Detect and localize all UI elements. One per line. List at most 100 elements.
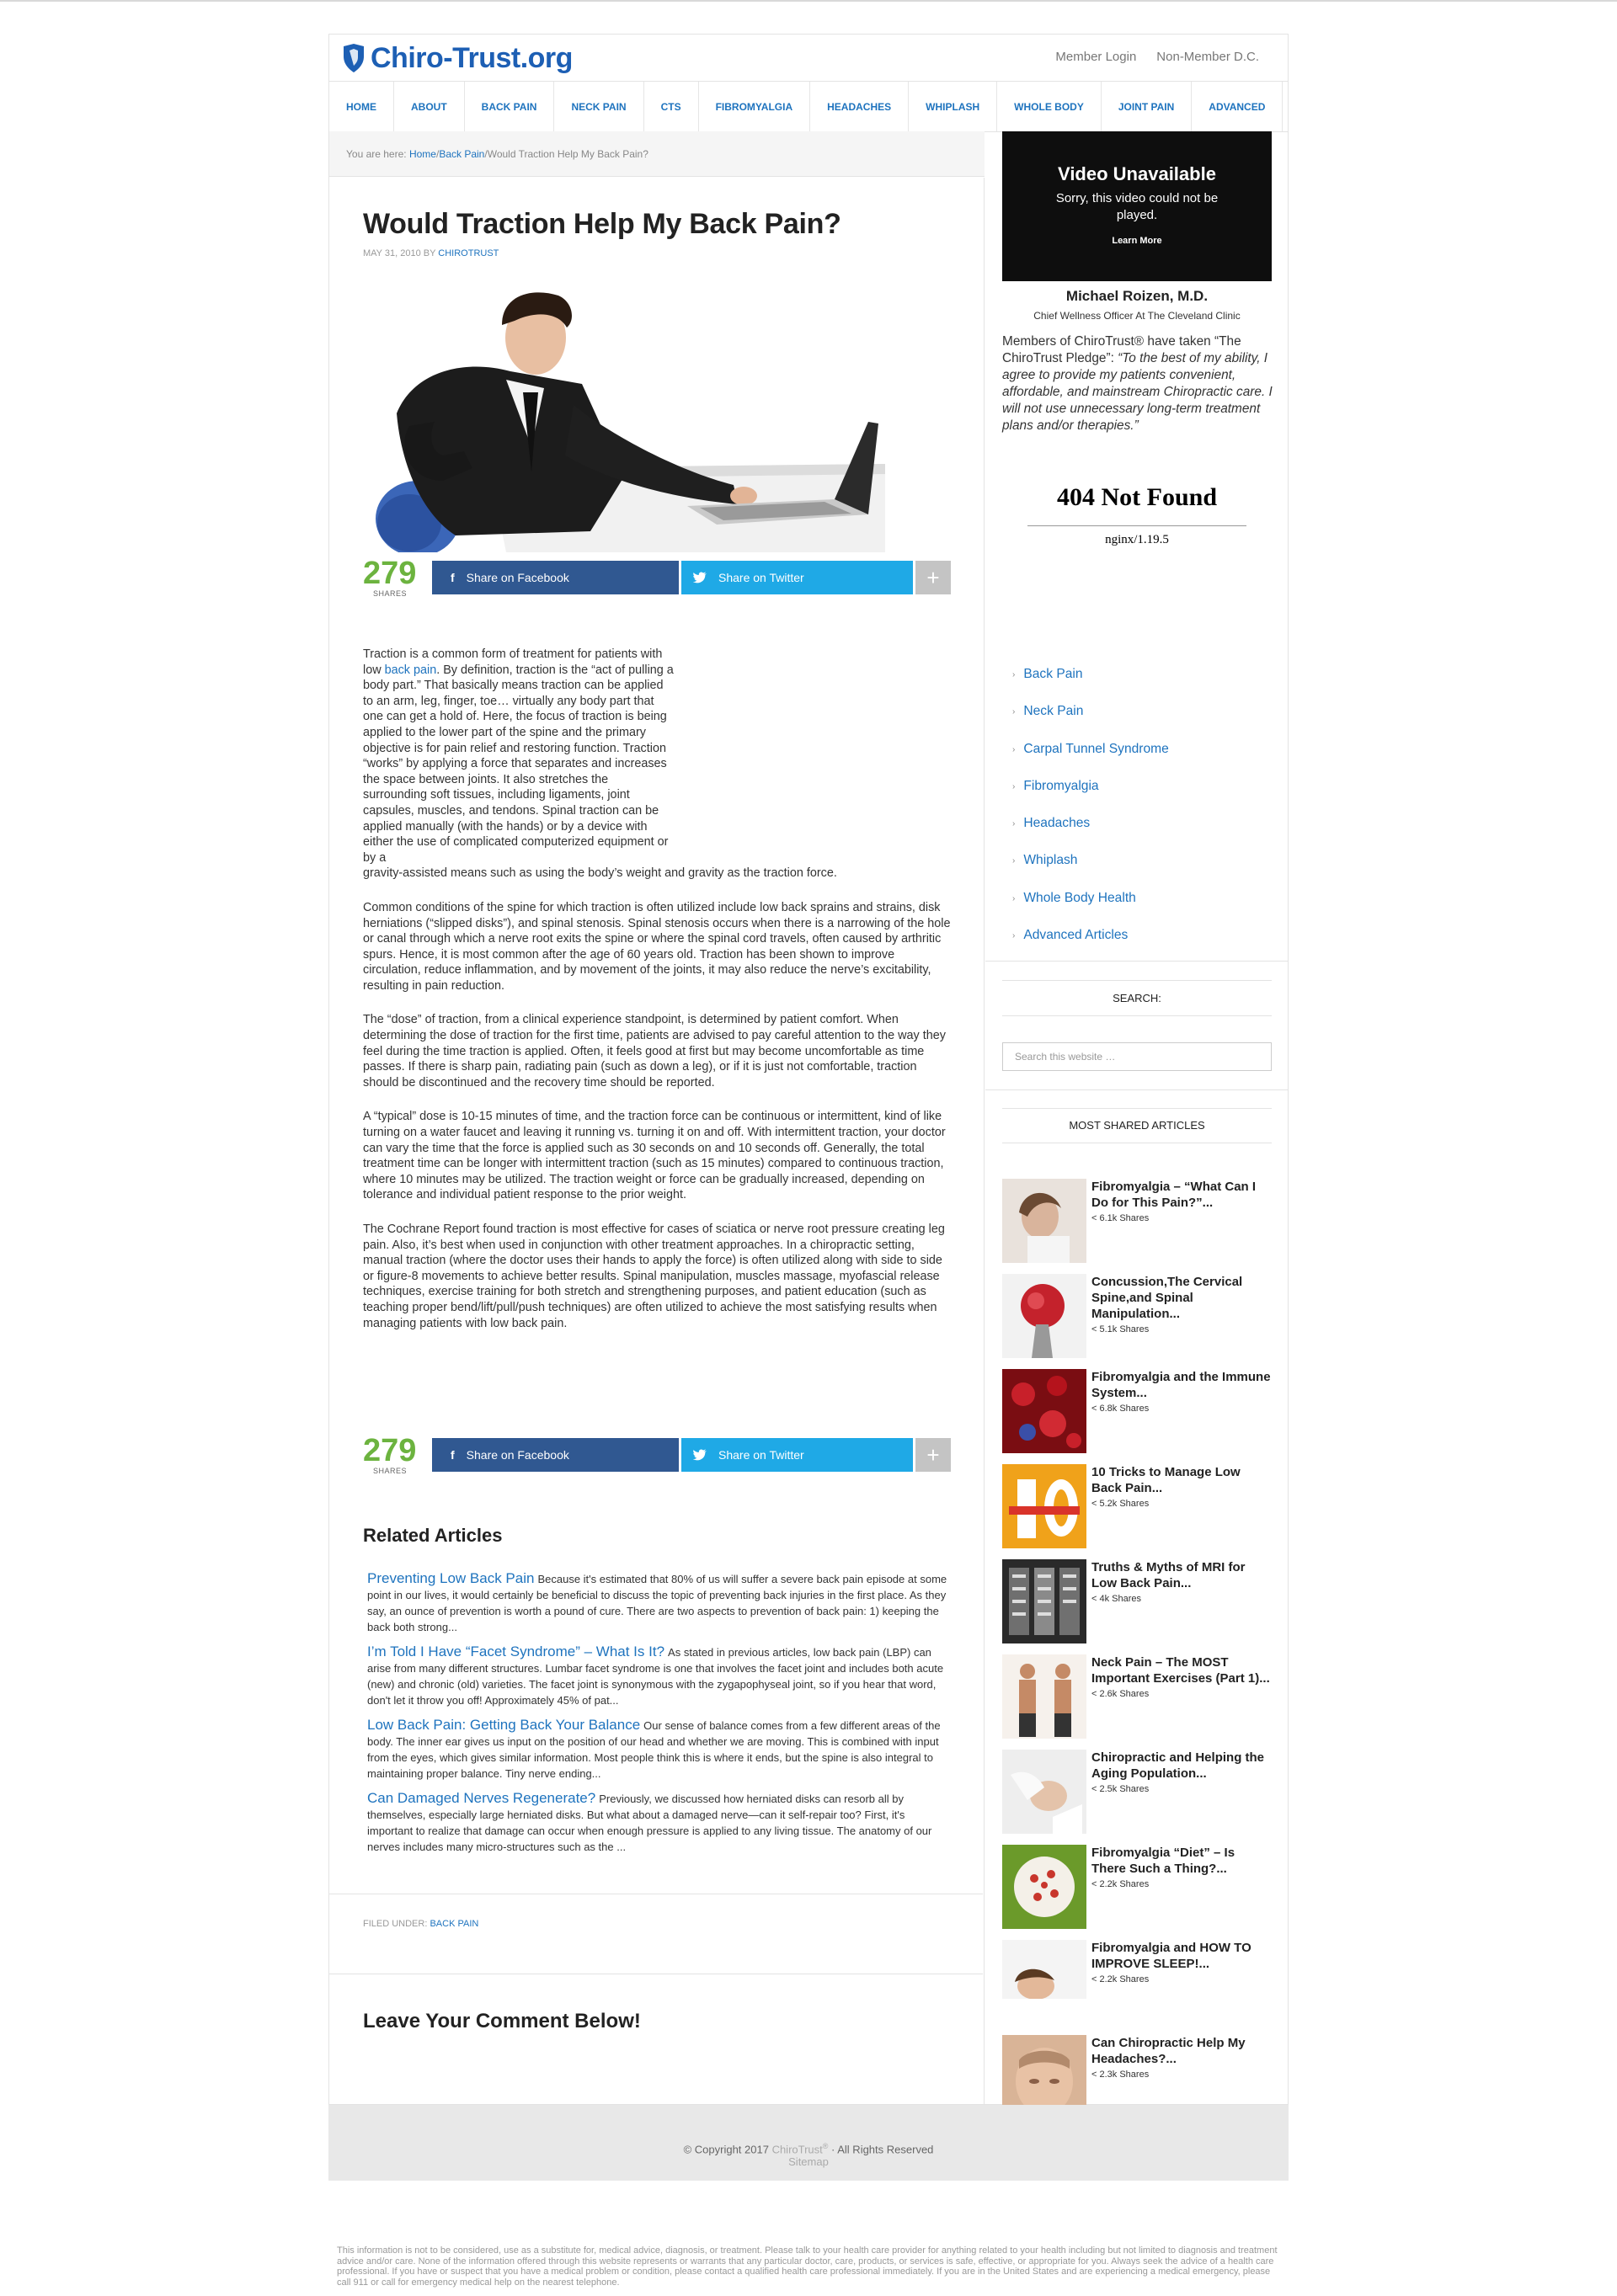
search-input[interactable]: Search this website … xyxy=(1002,1042,1272,1071)
most-shared-item[interactable]: Concussion,The Cervical Spine,and Spinal… xyxy=(1002,1274,1272,1369)
article-thumbnail[interactable] xyxy=(1002,1940,1086,2024)
chevron-right-icon: › xyxy=(1012,856,1016,866)
author-link[interactable]: CHIROTRUST xyxy=(438,248,499,258)
video-learn-more-link[interactable]: Learn More xyxy=(1002,236,1272,246)
nav-item-neck-pain[interactable]: NECK PAIN xyxy=(554,82,644,131)
most-shared-title-link[interactable]: Concussion,The Cervical Spine,and Spinal… xyxy=(1091,1275,1242,1321)
most-shared-item[interactable]: Chiropractic and Helping the Aging Popul… xyxy=(1002,1750,1272,1845)
main-nav: HOME ABOUT BACK PAIN NECK PAIN CTS FIBRO… xyxy=(329,81,1288,132)
most-shared-title-link[interactable]: Fibromyalgia – “What Can I Do for This P… xyxy=(1091,1180,1256,1210)
category-item[interactable]: › Headaches xyxy=(1002,816,1272,853)
filed-under-label: FILED UNDER: xyxy=(363,1919,430,1929)
most-shared-title-link[interactable]: Chiropractic and Helping the Aging Popul… xyxy=(1091,1750,1264,1781)
member-login-link[interactable]: Member Login xyxy=(1055,50,1136,64)
nav-item-about[interactable]: ABOUT xyxy=(394,82,465,131)
category-item[interactable]: › Whole Body Health xyxy=(1002,891,1272,928)
copyright-text: © Copyright 2017 xyxy=(683,2143,772,2156)
share-more-button[interactable]: + xyxy=(915,1438,951,1472)
main-content: Would Traction Help My Back Pain? MAY 31… xyxy=(329,178,985,2106)
nav-item-back-pain[interactable]: BACK PAIN xyxy=(465,82,555,131)
twitter-icon xyxy=(693,572,707,583)
most-shared-title-link[interactable]: Fibromyalgia “Diet” – Is There Such a Th… xyxy=(1091,1846,1235,1876)
article-thumbnail[interactable] xyxy=(1002,1274,1086,1358)
doctor-title: Chief Wellness Officer At The Cleveland … xyxy=(1033,310,1241,322)
non-member-link[interactable]: Non-Member D.C. xyxy=(1156,50,1259,64)
nav-item-home[interactable]: HOME xyxy=(329,82,394,131)
video-player[interactable]: Video Unavailable Sorry, this video coul… xyxy=(1002,131,1272,281)
nav-item-joint-pain[interactable]: JOINT PAIN xyxy=(1102,82,1193,131)
share-facebook-label: Share on Facebook xyxy=(466,571,569,584)
article-thumbnail[interactable] xyxy=(1002,1559,1086,1643)
category-item[interactable]: › Whiplash xyxy=(1002,853,1272,890)
article-thumbnail[interactable] xyxy=(1002,1179,1086,1263)
category-item[interactable]: › Carpal Tunnel Syndrome xyxy=(1002,742,1272,779)
most-shared-title-link[interactable]: Can Chiropractic Help My Headaches?... xyxy=(1091,2036,1246,2066)
share-facebook-button[interactable]: f Share on Facebook xyxy=(432,561,679,594)
nav-item-advanced[interactable]: ADVANCED xyxy=(1192,82,1283,131)
share-twitter-button[interactable]: Share on Twitter xyxy=(681,1438,913,1472)
brand-link[interactable]: ChiroTrust xyxy=(772,2143,823,2155)
site-logo[interactable]: Chiro-Trust.org xyxy=(342,41,573,75)
nav-item-whiplash[interactable]: WHIPLASH xyxy=(909,82,998,131)
back-pain-link[interactable]: back pain xyxy=(385,663,437,677)
category-item[interactable]: › Advanced Articles xyxy=(1002,928,1272,965)
category-item[interactable]: › Back Pain xyxy=(1002,667,1272,704)
share-count: 279 SHARES xyxy=(363,557,430,598)
chevron-right-icon: › xyxy=(1012,931,1016,941)
most-shared-item[interactable]: 10 Tricks to Manage Low Back Pain... < 5.… xyxy=(1002,1464,1272,1559)
share-icon: < xyxy=(1091,1689,1097,1699)
most-shared-title-link[interactable]: 10 Tricks to Manage Low Back Pain... xyxy=(1091,1465,1241,1495)
breadcrumb-section-link[interactable]: Back Pain xyxy=(439,148,484,160)
article-thumbnail[interactable] xyxy=(1002,1369,1086,1453)
share-twitter-button[interactable]: Share on Twitter xyxy=(681,561,913,594)
category-link[interactable]: Headaches xyxy=(1023,816,1090,831)
category-link[interactable]: Whole Body Health xyxy=(1023,891,1135,906)
category-link[interactable]: Fibromyalgia xyxy=(1023,779,1098,794)
share-count-badge: < 5.2k Shares xyxy=(1091,1496,1272,1511)
breadcrumb-home-link[interactable]: Home xyxy=(409,148,436,160)
category-link[interactable]: Advanced Articles xyxy=(1023,928,1128,943)
article-thumbnail[interactable] xyxy=(1002,1464,1086,1548)
related-article-link[interactable]: Preventing Low Back Pain xyxy=(367,1570,534,1586)
most-shared-item[interactable]: Truths & Myths of MRI for Low Back Pain.… xyxy=(1002,1559,1272,1654)
not-found-server: nginx/1.19.5 xyxy=(1105,533,1169,546)
related-article: Low Back Pain: Getting Back Your Balance… xyxy=(367,1717,948,1782)
related-article-link[interactable]: Low Back Pain: Getting Back Your Balance xyxy=(367,1717,640,1733)
related-article-link[interactable]: I’m Told I Have “Facet Syndrome” – What … xyxy=(367,1643,664,1659)
most-shared-item[interactable]: Neck Pain – The MOST Important Exercises… xyxy=(1002,1654,1272,1750)
category-link[interactable]: Carpal Tunnel Syndrome xyxy=(1023,742,1169,757)
most-shared-title-link[interactable]: Neck Pain – The MOST Important Exercises… xyxy=(1091,1655,1270,1686)
most-shared-title-link[interactable]: Truths & Myths of MRI for Low Back Pain.… xyxy=(1091,1560,1246,1590)
filed-under-category-link[interactable]: BACK PAIN xyxy=(430,1919,478,1929)
nav-item-cts[interactable]: CTS xyxy=(644,82,699,131)
share-more-button[interactable]: + xyxy=(915,561,951,594)
article-paragraph: Common conditions of the spine for which… xyxy=(363,900,951,993)
related-article-link[interactable]: Can Damaged Nerves Regenerate? xyxy=(367,1790,595,1806)
nav-item-headaches[interactable]: HEADACHES xyxy=(810,82,910,131)
hero-image xyxy=(363,279,885,552)
share-count-badge: < 6.1k Shares xyxy=(1091,1211,1272,1226)
share-facebook-button[interactable]: f Share on Facebook xyxy=(432,1438,679,1472)
most-shared-item[interactable]: Fibromyalgia – “What Can I Do for This P… xyxy=(1002,1179,1272,1274)
most-shared-title-link[interactable]: Fibromyalgia and HOW TO IMPROVE SLEEP!..… xyxy=(1091,1941,1251,1971)
share-count-text: 6.1k Shares xyxy=(1099,1213,1150,1223)
medical-disclaimer: This information is not to be considered… xyxy=(337,2245,1278,2288)
most-shared-item[interactable]: Fibromyalgia “Diet” – Is There Such a Th… xyxy=(1002,1845,1272,1940)
share-twitter-label: Share on Twitter xyxy=(718,571,804,584)
most-shared-item[interactable]: Fibromyalgia and the Immune System... < 6… xyxy=(1002,1369,1272,1464)
category-item[interactable]: › Neck Pain xyxy=(1002,704,1272,741)
sidebar-divider xyxy=(985,1089,1288,1090)
most-shared-item[interactable]: Fibromyalgia and HOW TO IMPROVE SLEEP!..… xyxy=(1002,1940,1272,2035)
category-link[interactable]: Neck Pain xyxy=(1023,704,1083,719)
sitemap-link[interactable]: Sitemap xyxy=(328,2155,1289,2168)
article-thumbnail[interactable] xyxy=(1002,1750,1086,1834)
category-item[interactable]: › Fibromyalgia xyxy=(1002,779,1272,816)
category-link[interactable]: Whiplash xyxy=(1023,853,1077,868)
nav-item-whole-body[interactable]: WHOLE BODY xyxy=(997,82,1102,131)
nav-item-fibromyalgia[interactable]: FIBROMYALGIA xyxy=(699,82,811,131)
most-shared-title-link[interactable]: Fibromyalgia and the Immune System... xyxy=(1091,1370,1271,1400)
article-thumbnail[interactable] xyxy=(1002,1845,1086,1929)
category-link[interactable]: Back Pain xyxy=(1023,667,1082,682)
facebook-icon: f xyxy=(451,571,455,584)
article-thumbnail[interactable] xyxy=(1002,1654,1086,1739)
